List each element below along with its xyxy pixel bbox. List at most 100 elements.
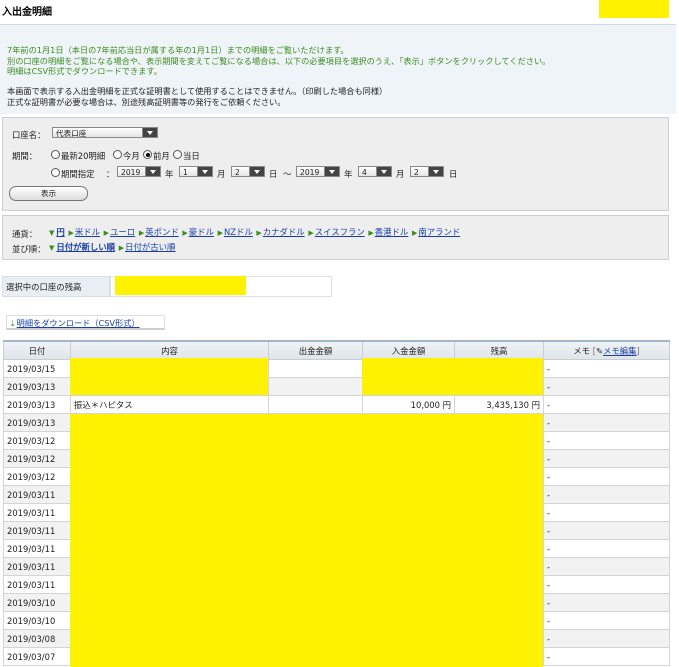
chevron-down-icon <box>376 167 391 176</box>
cell-memo: - <box>543 503 670 522</box>
from-day-select[interactable]: 2 <box>231 166 265 177</box>
cell-deposit: 10,000 円 <box>362 395 455 414</box>
cell-balance: 3,435,130 円 <box>454 395 544 414</box>
currency-label: 通貨： <box>12 229 38 239</box>
redaction-block <box>70 414 543 667</box>
table-header-row: 日付 内容 出金金額 入金金額 残高 メモ [✎メモ編集] <box>3 340 670 360</box>
from-month-select[interactable]: 1 <box>179 166 213 177</box>
from-year-select[interactable]: 2019 <box>117 166 161 177</box>
currency-cad[interactable]: カナダドル <box>263 227 305 237</box>
chevron-down-icon <box>145 167 160 176</box>
account-select[interactable]: 代表口座 <box>52 127 158 138</box>
to-month-value: 4 <box>362 168 367 177</box>
currency-gbp[interactable]: 英ポンド <box>145 227 179 237</box>
cell-date: 2019/03/11 <box>3 503 71 522</box>
cell-memo: - <box>543 557 670 576</box>
balance-label: 選択中の口座の残高 <box>2 276 110 297</box>
csv-download-label: 明細をダウンロード（CSV形式） <box>16 318 140 328</box>
col-description: 内容 <box>70 340 269 360</box>
cell-date: 2019/03/12 <box>3 449 71 468</box>
selected-marker-icon: ▼ <box>49 229 55 237</box>
unit-month: 月 <box>217 169 226 179</box>
cell-memo: - <box>543 413 670 432</box>
cell-memo: - <box>543 539 670 558</box>
arrow-right-icon: ▶ <box>138 229 145 237</box>
edit-icon: ✎ <box>595 345 603 356</box>
cell-date: 2019/03/12 <box>3 467 71 486</box>
chevron-down-icon <box>428 167 443 176</box>
radio-range[interactable] <box>51 168 60 177</box>
currency-jpy[interactable]: 円 <box>56 227 64 237</box>
range-colon: ： <box>106 169 115 179</box>
currency-chf[interactable]: スイスフラン <box>315 227 365 237</box>
radio-today-label: 当日 <box>183 151 200 161</box>
arrow-right-icon: ▶ <box>182 229 188 237</box>
to-day-select[interactable]: 2 <box>410 166 444 177</box>
page-title: 入出金明細 <box>2 7 52 18</box>
currency-eur[interactable]: ユーロ <box>110 227 135 237</box>
radio-range-label: 期間指定 <box>61 169 95 179</box>
currency-usd[interactable]: 米ドル <box>75 227 100 237</box>
radio-this-month-label: 今月 <box>123 151 140 161</box>
arrow-right-icon: ▶ <box>217 229 223 237</box>
unit-year: 年 <box>165 169 174 179</box>
csv-download-link[interactable]: ⤓ 明細をダウンロード（CSV形式） <box>6 315 165 330</box>
cell-date: 2019/03/11 <box>3 557 71 576</box>
radio-last-month-label: 前月 <box>153 151 170 161</box>
notice-line: 7年前の1月1日（本日の7年前応当日が属する年の1月1日）までの明細をご覧いただ… <box>7 45 349 55</box>
table-row: 2019/03/13 振込＊ハピタス 10,000 円 3,435,130 円- <box>3 395 670 414</box>
currency-nzd[interactable]: NZドル <box>224 227 253 237</box>
redaction-block <box>70 358 268 395</box>
currency-list: ▼ 円 ▶米ドル ▶ユーロ ▶英ポンド ▶豪ドル ▶NZドル ▶カナダドル ▶スイ… <box>49 226 460 238</box>
cell-memo: - <box>543 395 670 414</box>
to-day-value: 2 <box>414 168 419 177</box>
account-label: 口座名： <box>12 130 46 140</box>
memo-header-label: メモ <box>573 345 590 356</box>
col-balance: 残高 <box>454 340 544 360</box>
arrow-right-icon: ▶ <box>118 244 125 252</box>
notice-line: 本画面で表示する入出金明細を正式な証明書として使用することはできません。（印刷し… <box>7 86 388 96</box>
to-month-select[interactable]: 4 <box>358 166 392 177</box>
cell-date: 2019/03/13 <box>3 413 71 432</box>
cell-date: 2019/03/11 <box>3 575 71 594</box>
radio-today[interactable] <box>173 150 182 159</box>
col-memo: メモ [✎メモ編集] <box>543 340 670 360</box>
sort-oldest[interactable]: 日付が古い順 <box>125 242 175 252</box>
cell-description: 振込＊ハピタス <box>70 395 269 414</box>
cell-memo: - <box>543 359 670 378</box>
radio-latest20-label: 最新20明細 <box>61 151 106 161</box>
notice-panel: 7年前の1月1日（本日の7年前応当日が属する年の1月1日）までの明細をご覧いただ… <box>0 24 676 114</box>
cell-memo: - <box>543 647 670 666</box>
currency-hkd[interactable]: 香港ドル <box>375 227 409 237</box>
range-tilde: ～ <box>283 169 292 179</box>
currency-aud[interactable]: 豪ドル <box>189 227 214 237</box>
sort-newest[interactable]: 日付が新しい順 <box>56 242 115 252</box>
arrow-right-icon: ▶ <box>103 229 110 237</box>
radio-this-month[interactable] <box>113 150 122 159</box>
from-month-value: 1 <box>183 168 188 177</box>
notice-line: 明細はCSV形式でダウンロードできます。 <box>7 66 162 76</box>
radio-latest20[interactable] <box>51 150 60 159</box>
cell-memo: - <box>543 485 670 504</box>
cell-date: 2019/03/11 <box>3 521 71 540</box>
notice-line: 別の口座の明細をご覧になる場合や、表示期間を変えてご覧になる場合は、以下の必要項… <box>7 55 551 66</box>
unit-year: 年 <box>344 169 353 179</box>
filter-panel: 口座名： 代表口座 期間： 最新20明細 今月 前月 当日 期間指定 ： 201… <box>2 117 669 211</box>
cell-date: 2019/03/12 <box>3 431 71 450</box>
memo-edit-link[interactable]: メモ編集 <box>603 346 637 356</box>
period-label: 期間： <box>12 151 38 161</box>
col-deposit: 入金金額 <box>362 340 455 360</box>
radio-last-month[interactable] <box>143 150 152 159</box>
cell-memo: - <box>543 611 670 630</box>
currency-zar[interactable]: 南アランド <box>418 227 460 237</box>
sort-list: ▼ 日付が新しい順 ▶日付が古い順 <box>49 241 175 253</box>
cell-withdrawal <box>268 395 363 414</box>
chevron-down-icon <box>197 167 212 176</box>
arrow-right-icon: ▶ <box>308 229 314 237</box>
to-year-select[interactable]: 2019 <box>296 166 340 177</box>
show-button[interactable]: 表示 <box>9 186 88 201</box>
from-day-value: 2 <box>235 168 240 177</box>
arrow-right-icon: ▶ <box>68 229 74 237</box>
cell-date: 2019/03/08 <box>3 629 71 648</box>
unit-day: 日 <box>449 169 458 179</box>
